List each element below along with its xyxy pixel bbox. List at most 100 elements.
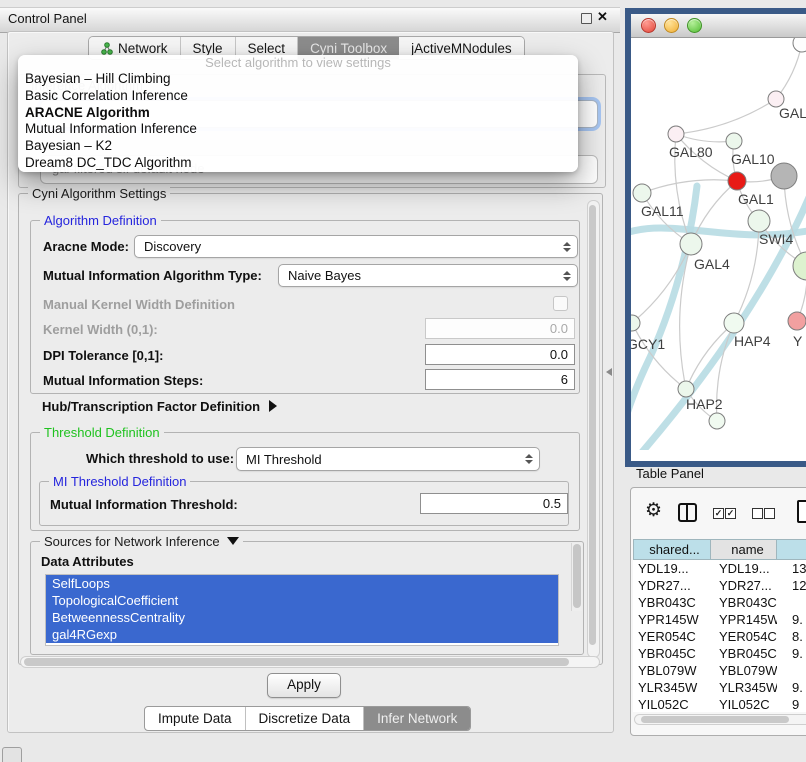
sources-groupbox: Sources for Network Inference Data Attri…	[30, 541, 584, 655]
network-edge[interactable]	[642, 180, 737, 193]
table-cell: YBR043C	[633, 594, 711, 611]
node-label-hap2: HAP2	[686, 396, 723, 412]
network-edge[interactable]	[676, 134, 734, 142]
network-node-gal1[interactable]	[728, 172, 746, 190]
minimize-window-icon[interactable]	[664, 18, 679, 33]
network-node-gal11[interactable]	[633, 184, 651, 202]
settings-horizontal-scrollbar[interactable]	[20, 656, 600, 668]
network-node-hap2[interactable]	[678, 381, 694, 397]
node-label-gal: GAL	[779, 105, 806, 121]
algorithm-dropdown-prompt: Select algorithm to view settings	[18, 55, 578, 71]
column-header-item[interactable]	[777, 539, 806, 560]
tab-impute-data[interactable]: Impute Data	[145, 707, 246, 730]
network-node-gal80[interactable]	[668, 126, 684, 142]
table-cell: 9.	[777, 679, 806, 696]
table-icon[interactable]	[797, 500, 806, 523]
aracne-mode-combo[interactable]: Discovery	[134, 235, 578, 258]
table-row[interactable]: YBL079WYBL079W	[633, 662, 806, 679]
algorithm-option-bayesian-hill-climbing[interactable]: Bayesian – Hill Climbing	[18, 71, 578, 88]
table-hscroll-thumb[interactable]	[641, 716, 789, 723]
algorithm-definition-groupbox: Algorithm Definition Aracne Mode: Discov…	[30, 220, 580, 394]
tab-discretize-data[interactable]: Discretize Data	[246, 707, 365, 730]
network-window-titlebar[interactable]	[631, 14, 806, 38]
select-all-icon[interactable]: ✓	[725, 508, 736, 519]
select-all-icon[interactable]: ✓	[713, 508, 724, 519]
collapse-arrow-icon	[227, 537, 239, 545]
table-cell	[777, 594, 806, 611]
expand-arrow-icon	[269, 400, 277, 412]
algorithm-option-mutual-information-inference[interactable]: Mutual Information Inference	[18, 121, 578, 138]
which-threshold-combo[interactable]: MI Threshold	[236, 447, 540, 471]
collapsed-panel-button[interactable]	[2, 747, 22, 762]
apply-button[interactable]: Apply	[267, 673, 341, 698]
algorithm-option-aracne-algorithm[interactable]: ARACNE Algorithm	[18, 105, 578, 122]
table-row[interactable]: YER054CYER054C8.	[633, 628, 806, 645]
deselect-all-icon[interactable]	[752, 508, 763, 519]
network-graph: GALGAL80GAL10GAL1GAL11SWI4GAL4GCY1HAP4YH…	[631, 38, 806, 450]
settings-vertical-scrollbar[interactable]	[587, 200, 600, 658]
split-view-icon[interactable]	[678, 503, 697, 522]
attribute-item-topologicalcoefficient[interactable]: TopologicalCoefficient	[46, 592, 558, 609]
close-panel-icon[interactable]: ✕	[597, 9, 608, 25]
column-header-shared[interactable]: shared...	[633, 539, 711, 560]
network-node-gal4[interactable]	[680, 233, 702, 255]
table-row[interactable]: YDL19...YDL19...13	[633, 560, 806, 577]
data-attributes-list[interactable]: SelfLoopsTopologicalCoefficientBetweenne…	[45, 574, 559, 646]
attributes-vertical-scrollbar[interactable]	[571, 543, 582, 611]
table-row[interactable]: YPR145WYPR145W9.	[633, 611, 806, 628]
mi-threshold-field[interactable]: 0.5	[420, 493, 568, 514]
table-cell: YIL052C	[633, 696, 711, 712]
table-row[interactable]: YBR045CYBR045C9.	[633, 645, 806, 662]
kernel-width-label: Kernel Width (0,1):	[43, 322, 158, 337]
network-node[interactable]	[793, 38, 806, 52]
table-row[interactable]: YLR345WYLR345W9.	[633, 679, 806, 696]
column-header-name[interactable]: name	[711, 539, 777, 560]
panel-splitter-handle[interactable]	[606, 368, 612, 376]
mi-steps-field[interactable]: 6	[425, 369, 575, 390]
algorithm-option-dream8-dc-tdc-algorithm[interactable]: Dream8 DC_TDC Algorithm	[18, 155, 578, 172]
kernel-width-field[interactable]: 0.0	[425, 318, 575, 339]
manual-kernel-checkbox[interactable]	[553, 296, 568, 311]
network-edge[interactable]	[676, 99, 776, 134]
dpi-tolerance-field[interactable]: 0.0	[425, 344, 575, 365]
table-row[interactable]: YBR043CYBR043C	[633, 594, 806, 611]
network-node-hap4[interactable]	[724, 313, 744, 333]
settings-hscroll-thumb[interactable]	[24, 658, 569, 666]
tab-infer-network[interactable]: Infer Network	[364, 707, 470, 730]
network-node-gal10[interactable]	[726, 133, 742, 149]
network-node-swi4[interactable]	[748, 210, 770, 232]
node-label-hap4: HAP4	[734, 333, 771, 349]
table-cell: YIL052C	[711, 696, 777, 712]
table-cell: YBR045C	[633, 645, 711, 662]
attributes-vscroll-thumb[interactable]	[573, 544, 581, 608]
table-horizontal-scrollbar[interactable]	[634, 714, 806, 725]
network-node[interactable]	[709, 413, 725, 429]
table-row[interactable]: YDR27...YDR27...12	[633, 577, 806, 594]
network-node[interactable]	[771, 163, 797, 189]
attribute-item-gal4rgexp[interactable]: gal4RGexp	[46, 626, 558, 643]
table-row[interactable]: YIL052CYIL052C9	[633, 696, 806, 712]
which-threshold-label: Which threshold to use:	[86, 451, 234, 466]
network-edge[interactable]	[686, 323, 734, 389]
attribute-item-betweennesscentrality[interactable]: BetweennessCentrality	[46, 609, 558, 626]
hub-section-toggle[interactable]: Hub/Transcription Factor Definition	[42, 399, 277, 414]
network-view-window[interactable]: GALGAL80GAL10GAL1GAL11SWI4GAL4GCY1HAP4YH…	[625, 8, 806, 467]
mi-threshold-groupbox: MI Threshold Definition Mutual Informati…	[39, 481, 569, 526]
table-cell: 8.	[777, 628, 806, 645]
algorithm-option-bayesian-k2[interactable]: Bayesian – K2	[18, 138, 578, 155]
mi-type-combo[interactable]: Naive Bayes	[278, 264, 578, 287]
attribute-item-selfloops[interactable]: SelfLoops	[46, 575, 558, 592]
algorithm-option-basic-correlation-inference[interactable]: Basic Correlation Inference	[18, 88, 578, 105]
network-node-y[interactable]	[788, 312, 806, 330]
float-window-icon[interactable]	[581, 13, 592, 24]
settings-gear-icon[interactable]: ⚙	[645, 501, 662, 520]
table-body: YDL19...YDL19...13YDR27...YDR27...12YBR0…	[633, 560, 806, 712]
settings-vscroll-thumb[interactable]	[589, 205, 596, 645]
network-node[interactable]	[793, 252, 806, 280]
network-canvas[interactable]: GALGAL80GAL10GAL1GAL11SWI4GAL4GCY1HAP4YH…	[631, 38, 806, 450]
zoom-window-icon[interactable]	[687, 18, 702, 33]
threshold-definition-groupbox: Threshold Definition Which threshold to …	[30, 432, 580, 531]
table-header-row: shared...name	[633, 539, 806, 560]
deselect-all-icon[interactable]	[764, 508, 775, 519]
close-window-icon[interactable]	[641, 18, 656, 33]
